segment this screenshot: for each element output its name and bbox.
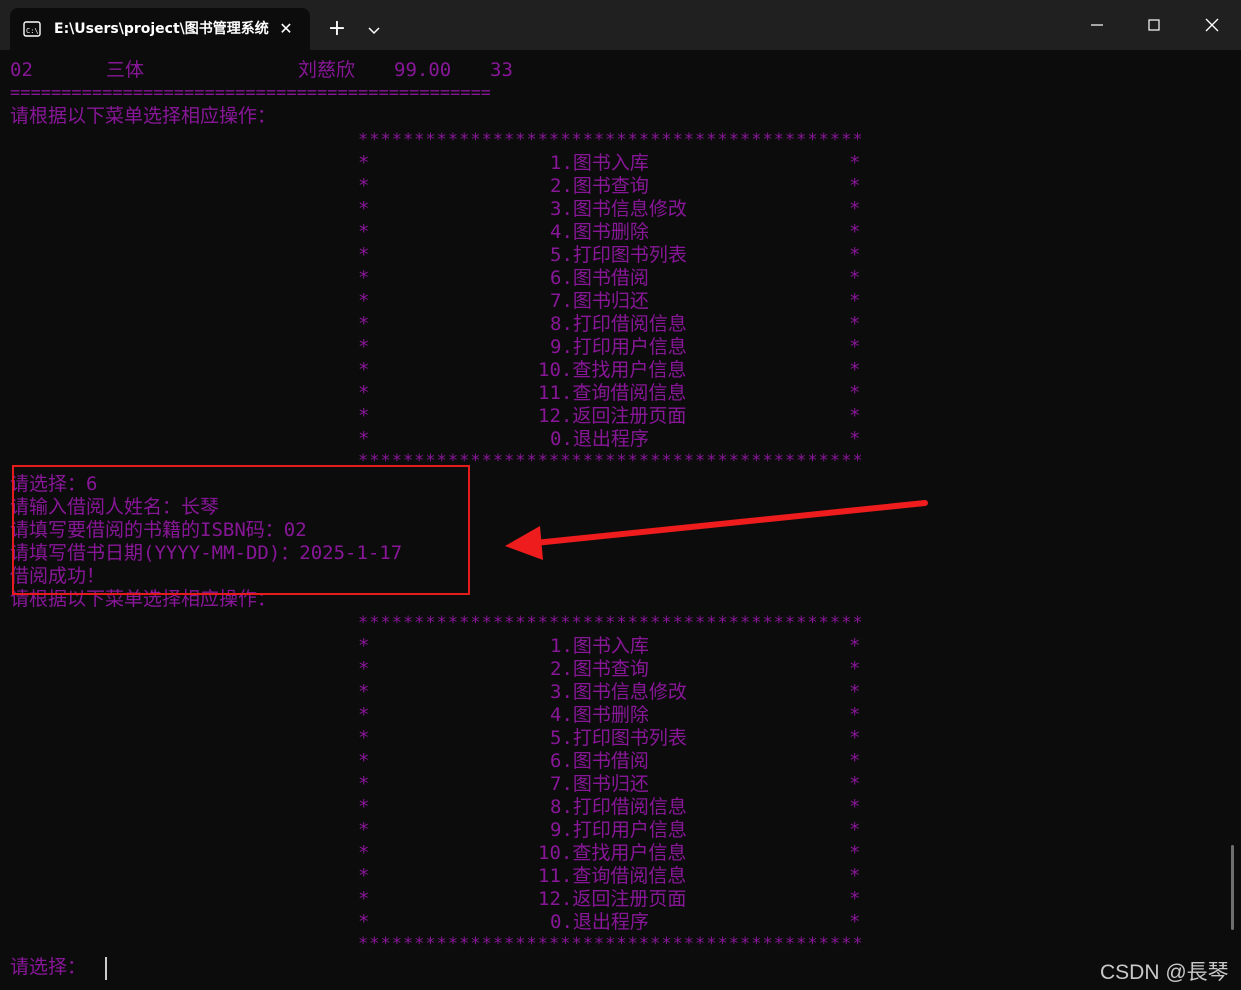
terminal-window: C:\ E:\Users\project\图书管理系统 ✕ + 02 三体 刘慈… [0,0,1241,990]
watermark: CSDN @長琴 [1100,961,1229,984]
scrollbar[interactable] [1231,845,1234,930]
annotation-arrow-icon [505,500,928,560]
